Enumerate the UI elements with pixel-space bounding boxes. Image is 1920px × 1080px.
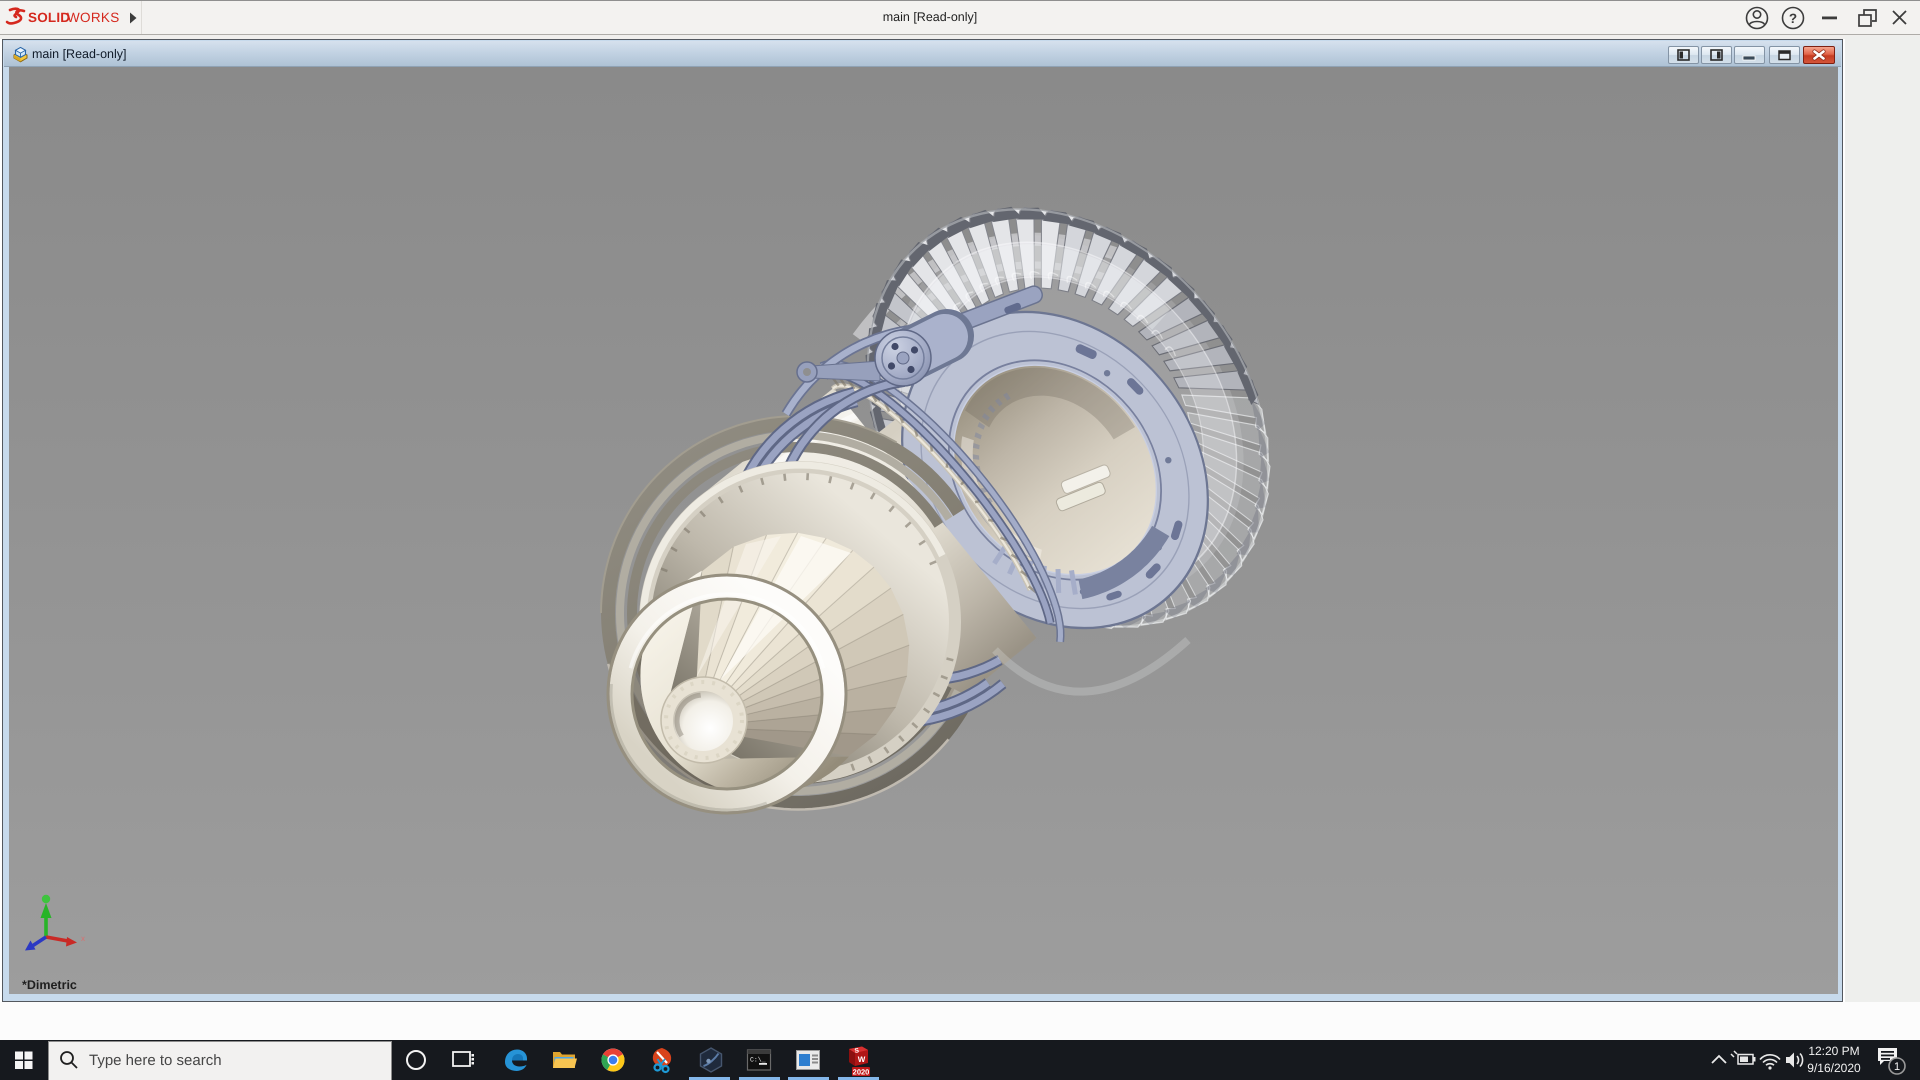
svg-text:W: W xyxy=(858,1055,866,1064)
svg-text:?: ? xyxy=(1789,11,1797,26)
svg-text:x: x xyxy=(81,934,85,943)
svg-text:2020: 2020 xyxy=(853,1068,870,1077)
svg-text:WORKS: WORKS xyxy=(67,10,120,25)
svg-text:SOLID: SOLID xyxy=(28,10,70,25)
svg-text:1: 1 xyxy=(1894,1061,1900,1073)
svg-text:*Dimetric: *Dimetric xyxy=(22,978,77,992)
svg-text:C:\_: C:\_ xyxy=(750,1057,766,1064)
